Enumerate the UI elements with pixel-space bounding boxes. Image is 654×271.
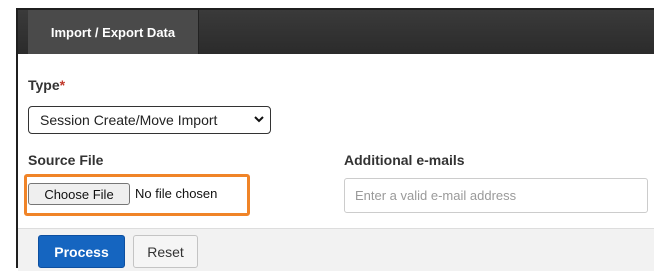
reset-button[interactable]: Reset xyxy=(133,235,198,268)
panel-header: Import / Export Data xyxy=(18,10,654,54)
type-label-text: Type xyxy=(28,77,60,93)
process-button[interactable]: Process xyxy=(38,235,125,268)
source-file-label: Source File xyxy=(28,152,104,168)
additional-emails-input[interactable] xyxy=(344,178,648,213)
tab-label: Import / Export Data xyxy=(50,24,176,40)
no-file-chosen-text: No file chosen xyxy=(135,186,218,201)
additional-emails-label: Additional e-mails xyxy=(344,152,465,168)
tab-import-export[interactable]: Import / Export Data xyxy=(28,10,199,54)
required-mark: * xyxy=(59,77,66,93)
choose-file-button[interactable]: Choose File xyxy=(28,183,130,205)
type-select-value: Session Create/Move Import xyxy=(40,112,218,128)
import-export-panel: Import / Export Data Type* Session Creat… xyxy=(16,8,654,271)
chevron-down-icon xyxy=(254,116,264,123)
type-label: Type* xyxy=(28,77,65,93)
type-select[interactable]: Session Create/Move Import xyxy=(28,106,271,134)
